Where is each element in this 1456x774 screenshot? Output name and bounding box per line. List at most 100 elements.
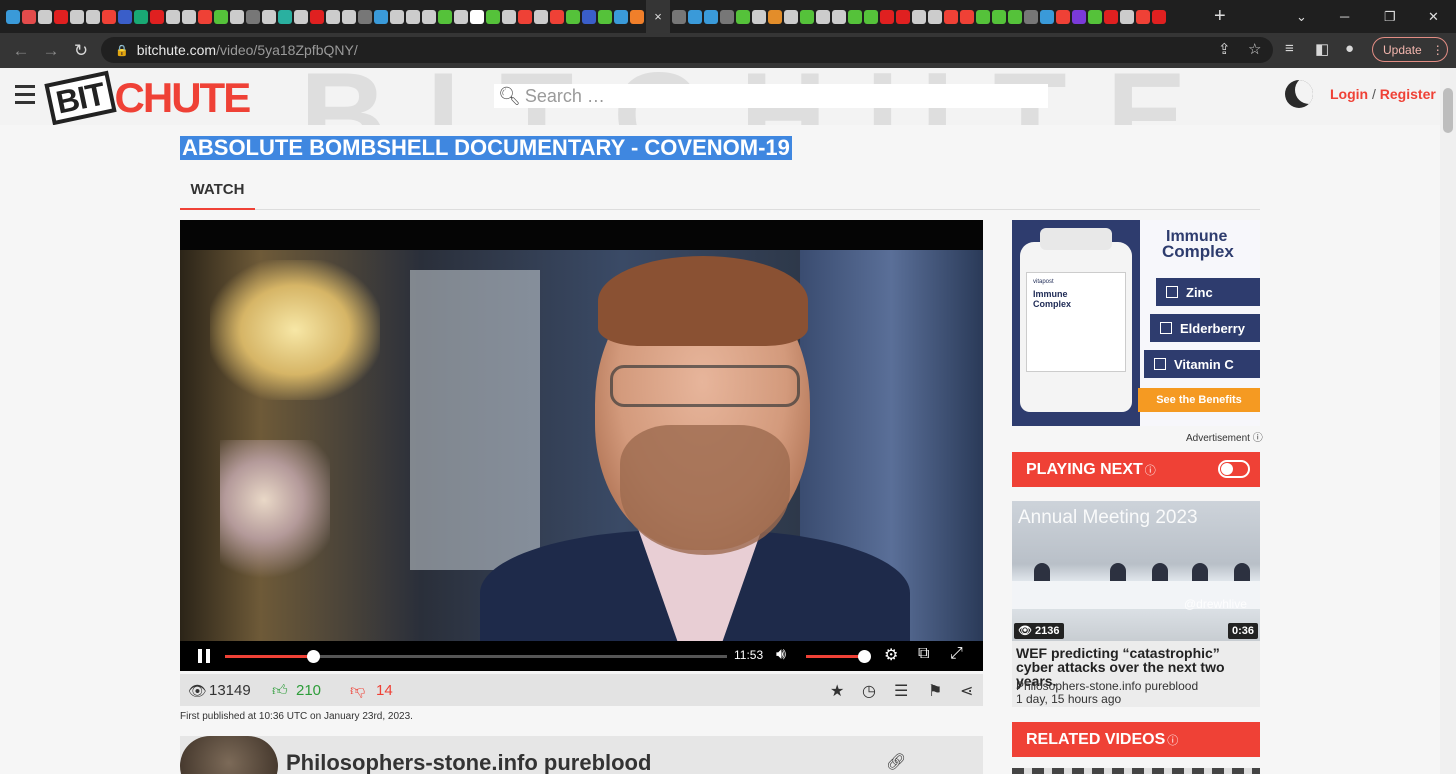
tab-favicon[interactable] [438, 9, 452, 24]
info-icon[interactable]: ⓘ [1253, 433, 1263, 444]
tab-favicon[interactable] [6, 9, 20, 24]
hamburger-menu-icon[interactable] [15, 85, 35, 109]
active-tab-close-icon[interactable]: × [646, 0, 670, 33]
tab-favicon[interactable] [86, 9, 100, 24]
tab-favicon[interactable] [518, 9, 532, 24]
like-icon[interactable]: 👍︎ [272, 682, 288, 700]
tab-favicon[interactable] [54, 9, 68, 24]
tab-favicon[interactable] [566, 9, 580, 24]
volume-slider[interactable] [806, 650, 871, 663]
tab-favicon[interactable] [134, 9, 148, 24]
register-link[interactable]: Register [1380, 86, 1436, 102]
tab-favicon[interactable] [454, 9, 468, 24]
tab-watch[interactable]: WATCH [180, 176, 255, 210]
tab-favicon[interactable] [550, 9, 564, 24]
ad-cta-button[interactable]: See the Benefits [1138, 388, 1260, 412]
tab-favicon[interactable] [832, 9, 846, 24]
tab-favicon[interactable] [752, 9, 766, 24]
progress-knob[interactable] [306, 650, 320, 663]
tab-favicon[interactable] [22, 9, 36, 24]
tab-favicon[interactable] [864, 9, 878, 24]
tab-favicon[interactable] [326, 9, 340, 24]
side-panel-icon[interactable]: ◧ [1315, 40, 1329, 58]
tab-favicon[interactable] [1024, 9, 1038, 24]
tab-favicon[interactable] [928, 9, 942, 24]
tab-favicon[interactable] [630, 9, 644, 24]
tab-favicon[interactable] [470, 9, 484, 24]
tab-favicon[interactable] [294, 9, 308, 24]
tab-favicon[interactable] [1152, 9, 1166, 24]
tab-favicon[interactable] [944, 9, 958, 24]
help-icon[interactable]: ⓘ [1145, 465, 1156, 477]
tab-favicon[interactable] [310, 9, 324, 24]
tab-favicon[interactable] [150, 9, 164, 24]
next-video-channel[interactable]: Philosophers-stone.info pureblood [1016, 679, 1198, 693]
tab-favicon[interactable] [992, 9, 1006, 24]
tab-favicon[interactable] [896, 9, 910, 24]
tab-favicon[interactable] [358, 9, 372, 24]
tab-favicon[interactable] [1008, 9, 1022, 24]
help-icon[interactable]: ⓘ [1167, 735, 1178, 747]
tab-favicon[interactable] [422, 9, 436, 24]
close-window-icon[interactable]: ✕ [1428, 0, 1439, 33]
tab-favicon[interactable] [262, 9, 276, 24]
reading-list-icon[interactable]: ≡ [1285, 40, 1294, 57]
tab-favicon[interactable] [502, 9, 516, 24]
tab-favicon[interactable] [70, 9, 84, 24]
search-input[interactable]: 🔍︎ Search … [494, 84, 1048, 108]
tab-favicon[interactable] [1088, 9, 1102, 24]
tab-favicon[interactable] [118, 9, 132, 24]
tab-favicon[interactable] [688, 9, 702, 24]
tab-favicon[interactable] [406, 9, 420, 24]
tab-favicon[interactable] [614, 9, 628, 24]
fullscreen-icon[interactable]: ⤢ [950, 645, 963, 663]
share-icon[interactable]: ⋖ [960, 681, 973, 701]
tab-favicon[interactable] [486, 9, 500, 24]
tab-search-icon[interactable]: ⌄ [1296, 0, 1307, 33]
tab-favicon[interactable] [736, 9, 750, 24]
volume-knob[interactable] [858, 650, 871, 663]
new-tab-button[interactable]: + [1214, 4, 1226, 28]
pause-icon[interactable] [198, 649, 212, 663]
tab-favicon[interactable] [342, 9, 356, 24]
tab-favicon[interactable] [880, 9, 894, 24]
tab-favicon[interactable] [816, 9, 830, 24]
dislike-icon[interactable]: 👎︎ [350, 682, 365, 700]
tab-favicon[interactable] [390, 9, 404, 24]
tab-favicon[interactable] [246, 9, 260, 24]
tab-favicon[interactable] [182, 9, 196, 24]
tab-favicon[interactable] [230, 9, 244, 24]
tab-favicon[interactable] [848, 9, 862, 24]
tab-favicon[interactable] [976, 9, 990, 24]
tab-favicon[interactable] [102, 9, 116, 24]
tab-favicon[interactable] [672, 9, 686, 24]
profile-icon[interactable]: ● [1345, 40, 1354, 57]
minimize-icon[interactable]: ─ [1340, 0, 1349, 33]
channel-avatar[interactable] [180, 736, 278, 774]
tab-favicon[interactable] [278, 9, 292, 24]
channel-name[interactable]: Philosophers-stone.info pureblood [286, 750, 651, 774]
settings-gear-icon[interactable]: ⚙ [884, 645, 898, 665]
address-bar[interactable]: 🔒 bitchute.com /video/5ya18ZpfbQNY/ [101, 37, 1273, 63]
next-video-thumbnail[interactable]: Annual Meeting 2023 @drewhlive 👁︎ 2136 0… [1012, 501, 1260, 641]
tab-favicon[interactable] [582, 9, 596, 24]
progress-bar[interactable] [225, 650, 727, 663]
tab-favicon[interactable] [598, 9, 612, 24]
tab-favicon[interactable] [198, 9, 212, 24]
bookmark-star-icon[interactable]: ☆ [1248, 40, 1261, 58]
tab-favicon[interactable] [784, 9, 798, 24]
tab-favicon[interactable] [1136, 9, 1150, 24]
tab-favicon[interactable] [960, 9, 974, 24]
playlist-icon[interactable]: ☰ [894, 681, 908, 701]
tab-favicon[interactable] [1104, 9, 1118, 24]
video-frame[interactable] [180, 250, 983, 670]
volume-icon[interactable]: 🔊︎ [776, 646, 786, 664]
tab-favicon[interactable] [720, 9, 734, 24]
update-button[interactable]: Update ⋮ [1372, 37, 1448, 62]
channel-link-icon[interactable]: 🔗︎ [886, 752, 906, 772]
tab-favicon[interactable] [704, 9, 718, 24]
page-scrollbar[interactable] [1440, 68, 1456, 774]
tab-favicon[interactable] [912, 9, 926, 24]
tab-favicon[interactable] [374, 9, 388, 24]
login-link[interactable]: Login [1330, 86, 1368, 102]
